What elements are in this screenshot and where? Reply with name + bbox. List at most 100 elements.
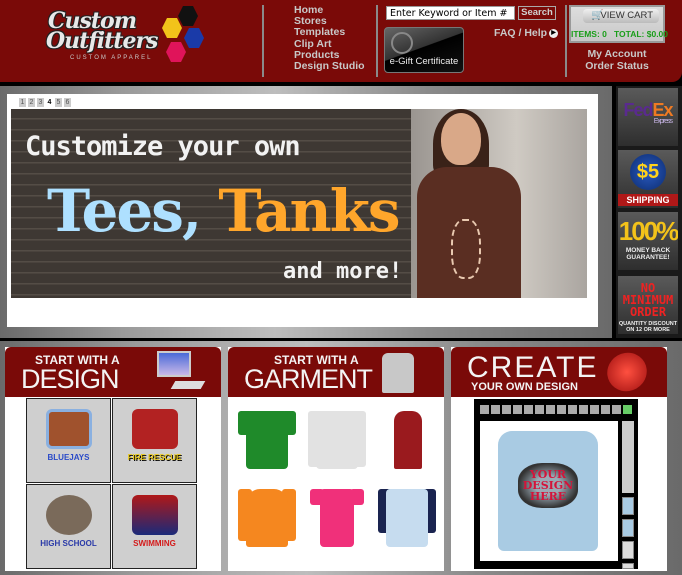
garment-panel: START WITH A GARMENT	[228, 347, 444, 571]
banner-tees: Tees,	[47, 177, 202, 245]
garment-orange-hoodie[interactable]	[238, 483, 296, 549]
pager-5[interactable]: 5	[55, 98, 62, 107]
garment-body	[320, 489, 354, 547]
keyboard-icon	[170, 381, 206, 389]
pager-4[interactable]: 4	[46, 98, 53, 107]
create-small-label: YOUR OWN DESIGN	[471, 381, 578, 393]
tool-icon	[557, 405, 566, 414]
seal-icon	[391, 32, 413, 54]
pager-6[interactable]: 6	[64, 98, 71, 107]
thumb-left	[622, 541, 634, 559]
studio-toolbar	[480, 405, 632, 414]
account-links: My Account Order Status	[572, 48, 662, 72]
garment-pink-tee[interactable]	[308, 483, 366, 549]
design-tile-swimming[interactable]: SWIMMING	[112, 484, 197, 569]
zoom-slider	[622, 421, 634, 493]
tool-icon	[579, 405, 588, 414]
search-input[interactable]	[386, 6, 515, 20]
preview-design-text: YOUR DESIGN HERE	[518, 463, 578, 508]
garment-body	[394, 411, 422, 469]
tile-label: HIGH SCHOOL	[40, 539, 97, 548]
cart-icon: 🛒	[591, 10, 604, 21]
garment-body	[246, 489, 288, 547]
cart-summary: ITEMS: 0 TOTAL: $0.00	[571, 29, 669, 39]
logo[interactable]: Custom Outfitters CUSTOM APPAREL	[44, 6, 214, 66]
hero-section: 1 2 3 4 5 6 Customize your own Tees, Tan…	[0, 86, 612, 338]
fedex-badge[interactable]: FedEx Express	[618, 88, 678, 146]
hex-black-icon	[178, 6, 198, 26]
minimum-order-badge[interactable]: NO MINIMUM ORDER QUANTITY DISCOUNT ON 12…	[618, 276, 678, 334]
view-cart-label: VIEW CART	[600, 10, 653, 21]
model-photo	[411, 109, 587, 298]
garment-gray-longsleeve[interactable]	[308, 405, 366, 471]
logo-line2: Outfitters	[46, 28, 158, 54]
guarantee-line1: MONEY BACK	[625, 247, 671, 254]
create-panel: CREATE YOUR OWN DESIGN YOUR DESIGN HERE	[451, 347, 667, 571]
tool-icon	[612, 405, 621, 414]
search-button[interactable]: Search	[518, 6, 556, 20]
start-panels: START WITH A DESIGN BLUEJAYS FIRE RESCUE…	[0, 341, 682, 575]
studio-canvas: YOUR DESIGN HERE	[480, 421, 618, 561]
tile-label: BLUEJAYS	[47, 453, 90, 462]
tool-icon	[513, 405, 522, 414]
gift-certificate-button[interactable]: e-Gift Certificate	[384, 27, 464, 73]
my-account-link[interactable]: My Account	[572, 48, 662, 60]
garment-body	[316, 411, 358, 469]
nav-design-studio[interactable]: Design Studio	[294, 60, 365, 72]
garment-body	[386, 489, 428, 547]
guarantee-badge[interactable]: 100% MONEY BACK GUARANTEE!	[618, 212, 678, 270]
pager-2[interactable]: 2	[28, 98, 35, 107]
shirt-print	[451, 219, 481, 279]
design-tile-fire-rescue[interactable]: FIRE RESCUE	[112, 398, 197, 483]
tool-icon	[535, 405, 544, 414]
hex-pink-icon	[166, 42, 186, 62]
design-panel-header[interactable]: START WITH A DESIGN	[5, 347, 221, 397]
divider	[376, 5, 378, 77]
thumb-front	[622, 497, 634, 515]
garment-raglan-tee[interactable]	[378, 483, 436, 549]
garment-maroon-tank[interactable]	[378, 405, 436, 471]
divider	[262, 5, 264, 77]
fedex-ex: Ex	[652, 100, 673, 120]
garment-large-label: GARMENT	[244, 364, 373, 394]
main-nav: Home Stores Templates Clip Art Products …	[294, 4, 365, 72]
minimum-line3: ORDER	[629, 305, 667, 319]
design-studio-preview[interactable]: YOUR DESIGN HERE	[474, 399, 638, 569]
thumb-right	[622, 563, 634, 569]
faq-label: FAQ / Help	[494, 27, 548, 39]
tool-icon	[568, 405, 577, 414]
tile-label: FIRE RESCUE	[127, 453, 182, 462]
create-panel-header[interactable]: CREATE YOUR OWN DESIGN	[451, 347, 667, 397]
nav-templates[interactable]: Templates	[294, 27, 365, 38]
fedex-fed: Fed	[623, 100, 653, 120]
pager-3[interactable]: 3	[37, 98, 44, 107]
computer-icon	[157, 351, 191, 377]
tool-icon	[546, 405, 555, 414]
shipping-badge[interactable]: $5 SHIPPING	[618, 150, 678, 208]
hex-blue-icon	[184, 28, 204, 48]
faq-help-link[interactable]: FAQ / Help ▶	[494, 27, 559, 39]
view-cart-button[interactable]: 🛒 VIEW CART	[583, 9, 659, 23]
garment-panel-header[interactable]: START WITH A GARMENT	[228, 347, 444, 397]
guarantee-line2: GUARANTEE!	[626, 254, 670, 261]
tool-icon	[502, 405, 511, 414]
model-face	[441, 113, 481, 165]
banner-line3: and more!	[283, 259, 403, 284]
site-header: Custom Outfitters CUSTOM APPAREL Home St…	[0, 0, 682, 82]
banner-headline: Tees, Tanks	[47, 177, 401, 245]
divider	[565, 5, 567, 77]
pager-1[interactable]: 1	[19, 98, 26, 107]
garment-green-tee[interactable]	[238, 405, 296, 471]
design-tile-high-school[interactable]: HIGH SCHOOL	[26, 484, 111, 569]
hero-banner[interactable]: Customize your own Tees, Tanks and more!	[11, 109, 587, 298]
shipping-amount: $5	[630, 154, 666, 190]
design-tile-bluejays[interactable]: BLUEJAYS	[26, 398, 111, 483]
cart-total: TOTAL: $0.00	[614, 29, 669, 39]
hex-yellow-icon	[162, 18, 182, 38]
thumb-back	[622, 519, 634, 537]
shipping-label: SHIPPING	[618, 194, 678, 206]
order-status-link[interactable]: Order Status	[572, 60, 662, 72]
mouse-icon	[600, 347, 654, 397]
logo-tagline: CUSTOM APPAREL	[70, 55, 153, 61]
badge-column: FedEx Express $5 SHIPPING 100% MONEY BACK…	[616, 86, 682, 338]
